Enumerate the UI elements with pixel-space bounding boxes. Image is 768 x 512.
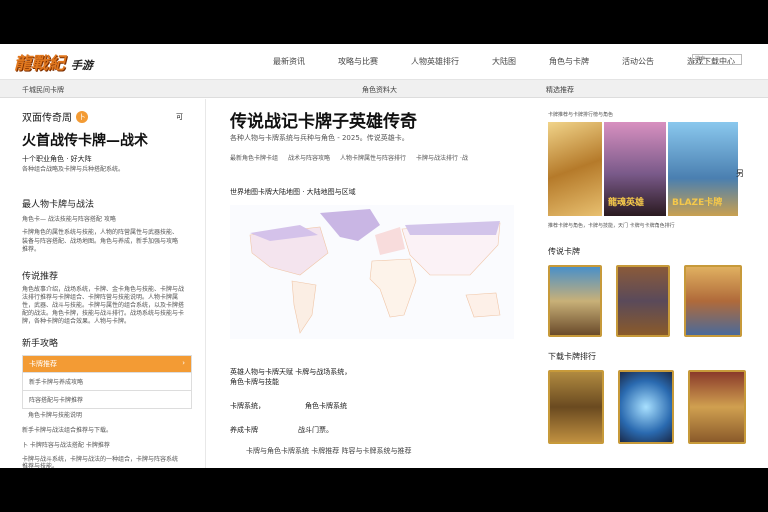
australia-shape — [465, 292, 501, 318]
world-map[interactable] — [230, 205, 514, 339]
center-footer: 卡牌与角色卡牌系统 卡牌推荐 阵容与卡牌系统与推荐 — [246, 447, 412, 455]
sub-bar: 千城民间卡牌 角色资料大 精选推荐 — [0, 80, 768, 98]
accordion-item[interactable]: 角色卡牌与技能说明 — [22, 409, 205, 424]
info-value: 战斗门票。 — [298, 426, 333, 434]
header: 龍戰紀 手游 最新资讯 攻略与比赛 人物英雄排行 大陆图 角色与卡牌 活动公告 … — [0, 44, 768, 80]
meta-link[interactable]: 人物卡牌属性与阵容排行 — [340, 155, 406, 164]
banner-image[interactable] — [548, 121, 602, 216]
card-image[interactable] — [688, 370, 746, 444]
page-title: 传说战记卡牌子英雄传奇 — [230, 112, 417, 132]
nav-item[interactable]: 角色与卡牌 — [549, 56, 589, 67]
section-text: 卡牌角色的属性系统与技能，人物的阵营属性与武器技能、装备与阵容搭配、战场地图。角… — [22, 229, 179, 253]
world-map-graphic — [249, 209, 501, 334]
card-image[interactable] — [616, 265, 670, 337]
section-text: 角色故事介绍，战场系统，卡牌、金卡角色与技能、卡牌与战法排行推荐与卡牌组合、卡牌… — [22, 285, 185, 325]
subbar-left[interactable]: 千城民间卡牌 — [22, 85, 64, 95]
info-value: 角色卡牌系统 — [305, 402, 347, 410]
paragraph: 英雄人物与卡牌天赋 卡牌与战场系统， — [230, 368, 352, 376]
left-sidebar: 双面传奇周 卜 可 火首战传卡牌—战术 十个职业角色 · 好大阵 各种组合战略及… — [0, 99, 206, 468]
subbar-right[interactable]: 精选推荐 — [546, 85, 574, 95]
meta-link[interactable]: 最新角色卡牌卡组 — [230, 155, 278, 164]
nav-item[interactable]: 活动公告 — [622, 56, 654, 67]
info-label: 卡牌系统， — [230, 402, 265, 410]
section-heading: 传说推荐 — [22, 271, 59, 282]
card-image[interactable] — [684, 265, 742, 337]
caption-top: 卡牌推荐与卡牌排行榜与角色 — [548, 112, 614, 118]
nav-item[interactable]: 最新资讯 — [273, 56, 305, 67]
left-desc: 各种组合战略及卡牌与兵种搭配系统。 — [22, 166, 125, 173]
accordion-title: 卡牌推荐 — [29, 359, 57, 368]
card-image[interactable] — [548, 370, 604, 444]
close-icon[interactable]: 可 — [176, 112, 183, 122]
nav-item[interactable]: 攻略与比赛 — [338, 56, 378, 67]
paragraph: 角色卡牌与技能 — [230, 378, 279, 386]
section-heading: 传说卡牌 — [548, 247, 580, 256]
section-heading: 下载卡牌排行 — [548, 352, 596, 361]
page-subtitle: 各种人物与卡牌系统与兵种与角色 - 2025。传说英雄卡。 — [230, 134, 409, 142]
logo[interactable]: 龍戰紀 手游 — [14, 49, 248, 74]
footer-text: 卡牌与战斗系统，卡牌与战法的一种组合，卡牌与阵容系统推荐与技能。 — [22, 456, 179, 468]
meta-link[interactable]: 战术与阵容攻略 — [288, 155, 330, 164]
section-heading: 新手攻略 — [22, 338, 59, 349]
logo-text: 龍戰紀 — [14, 54, 65, 74]
subbar-center[interactable]: 角色资料大 — [362, 85, 397, 95]
card-image[interactable] — [548, 265, 602, 337]
search-input[interactable]: 搜索 — [692, 54, 742, 65]
logo-sub: 手游 — [70, 59, 93, 72]
brand-name: 双面传奇周 — [22, 113, 72, 124]
banner-caption: 推荐卡牌与角色，卡牌与技能，天门 卡牌与卡牌角色排行 — [548, 222, 675, 229]
nav-item[interactable]: 大陆图 — [492, 56, 516, 67]
banner-gallery: 龍魂英雄 BLAZE卡牌 另 — [548, 121, 748, 216]
section-line: 角色卡— 战法技能与阵容搭配 攻略 — [22, 215, 116, 223]
banner-image[interactable]: BLAZE卡牌 — [668, 121, 738, 216]
accordion-item[interactable]: 新手卡牌与养成攻略 — [23, 371, 191, 390]
map-title: 世界地图卡牌大陆地图 · 大陆地图与区域 — [230, 188, 356, 196]
left-subtitle: 十个职业角色 · 好大阵 — [22, 155, 92, 163]
footer-text: 卜 卡牌阵容与战法搭配 卡牌推荐 — [22, 441, 110, 449]
meta-link[interactable]: 卡牌与战法排行 ·战 — [416, 155, 468, 164]
section-heading: 最人物卡牌与战法 — [22, 199, 95, 210]
russia-shape — [405, 221, 500, 235]
africa-shape — [369, 258, 417, 318]
accordion: 卡牌推荐 › 新手卡牌与养成攻略 阵容搭配与卡牌推荐 — [22, 354, 192, 409]
nav-item[interactable]: 人物英雄排行 — [411, 56, 459, 67]
info-label: 养成卡牌 — [230, 426, 258, 434]
greenland-shape — [320, 209, 380, 241]
main-content: 传说战记卡牌子英雄传奇 各种人物与卡牌系统与兵种与角色 - 2025。传说英雄卡… — [230, 99, 530, 456]
page: 龍戰紀 手游 最新资讯 攻略与比赛 人物英雄排行 大陆图 角色与卡牌 活动公告 … — [0, 44, 768, 468]
brand-badge: 卜 — [76, 110, 88, 123]
banner-image[interactable]: 龍魂英雄 — [604, 121, 666, 216]
accordion-header[interactable]: 卡牌推荐 › — [23, 355, 191, 372]
banner-text: 龍魂英雄 — [608, 197, 645, 208]
side-label: 另 — [736, 168, 744, 178]
right-sidebar: 卡牌推荐与卡牌排行榜与角色 龍魂英雄 BLAZE卡牌 另 推荐卡牌与角色，卡牌与… — [548, 99, 748, 444]
accordion-item[interactable]: 阵容搭配与卡牌推荐 — [23, 389, 191, 408]
banner-text: BLAZE卡牌 — [672, 197, 723, 208]
footer-text: 新手卡牌与战法组合推荐与下载。 — [22, 427, 113, 434]
chevron-right-icon: › — [182, 358, 185, 367]
south-america-shape — [291, 280, 317, 334]
left-title: 火首战传卡牌—战术 — [22, 133, 148, 149]
card-image[interactable] — [618, 370, 674, 444]
europe-shape — [375, 227, 405, 255]
